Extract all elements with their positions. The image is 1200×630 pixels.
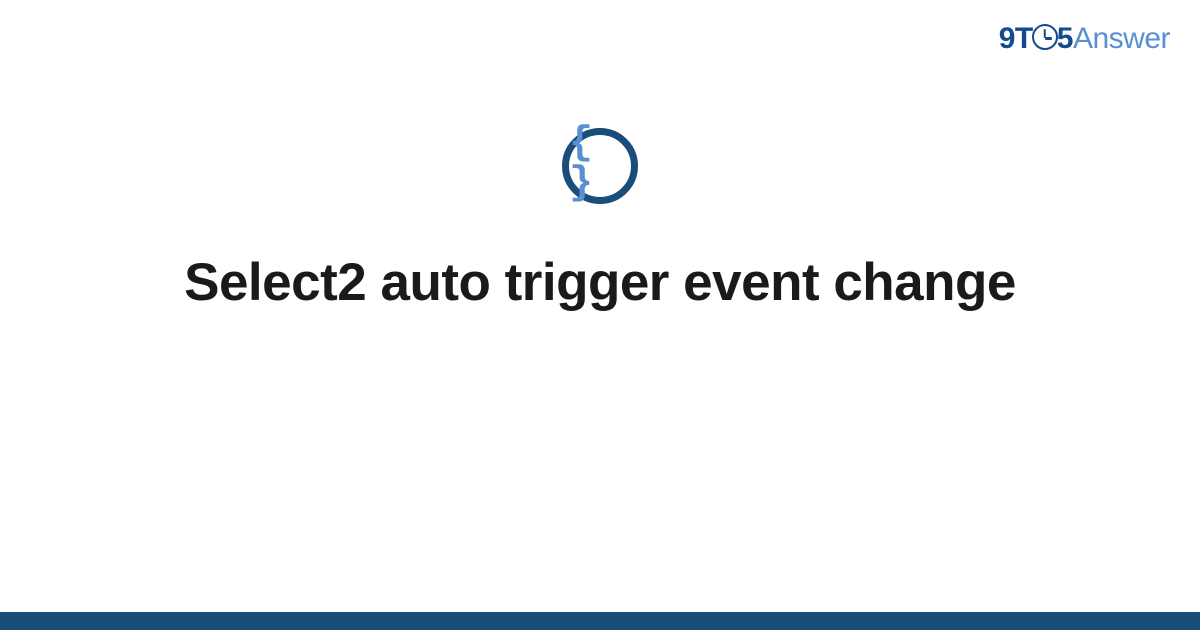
- code-braces-symbol: { }: [569, 124, 631, 204]
- page-title: Select2 auto trigger event change: [184, 252, 1016, 313]
- main-content: { } Select2 auto trigger event change: [0, 0, 1200, 630]
- bottom-accent-bar: [0, 612, 1200, 630]
- code-braces-icon: { }: [562, 128, 638, 204]
